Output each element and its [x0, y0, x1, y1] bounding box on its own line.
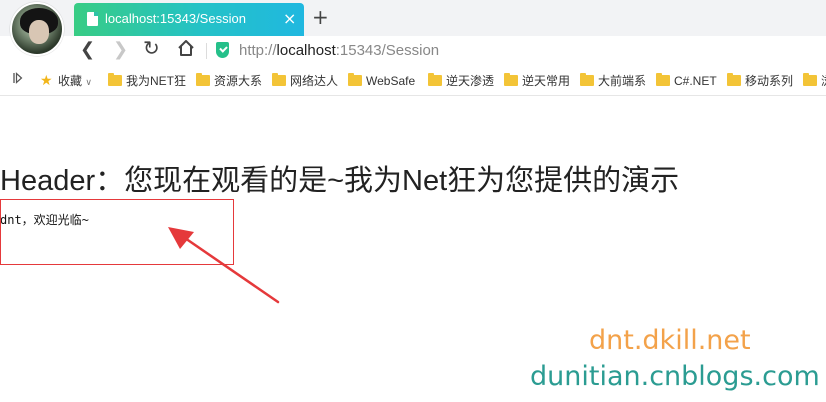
forward-icon[interactable]: ❯: [113, 39, 128, 61]
star-icon: ★: [40, 72, 53, 88]
folder-icon: [428, 73, 442, 86]
toolbar: ❮ ❯ ↻ http://localhost:15343/Session: [0, 36, 826, 66]
close-tab-icon[interactable]: ×: [283, 9, 296, 29]
folder-icon: [108, 73, 122, 86]
bookmark-label: 逆天常用: [522, 74, 571, 88]
folder-icon: [504, 73, 518, 86]
tab-title: localhost:15343/Session: [105, 11, 246, 26]
bookmark-favorites[interactable]: ★ 收藏 ∨: [40, 72, 92, 89]
avatar-face: [29, 20, 49, 44]
home-icon-svg: [178, 40, 194, 56]
annotation-arrow-icon: [168, 227, 280, 304]
chevron-down-icon: ∨: [85, 77, 92, 87]
bookmark-label: 移动系列: [745, 74, 794, 88]
url-scheme: http://: [239, 42, 277, 59]
bookmark-label: 大前端系: [598, 74, 647, 88]
sidebar-toggle-svg: [13, 72, 23, 84]
new-tab-button[interactable]: +: [312, 6, 329, 28]
bookmark-item[interactable]: 移动系列: [727, 73, 793, 89]
url-path: :15343/Session: [335, 42, 440, 59]
address-bar[interactable]: http://localhost:15343/Session: [239, 42, 439, 59]
reload-icon[interactable]: ↻: [143, 37, 160, 59]
sidebar-toggle-icon[interactable]: [13, 72, 23, 88]
bookmark-item[interactable]: 浏: [803, 73, 826, 89]
bookmark-item[interactable]: WebSafe: [348, 73, 415, 89]
watermark-blog: dunitian.cnblogs.com: [530, 361, 820, 392]
bookmark-label: 我为NET狂: [126, 74, 187, 88]
back-icon[interactable]: ❮: [80, 39, 95, 61]
bookmark-item[interactable]: 逆天渗透: [428, 73, 494, 89]
bookmark-label: 网络达人: [290, 74, 339, 88]
bookmark-item[interactable]: 资源大系: [196, 73, 262, 89]
folder-icon: [656, 73, 670, 86]
folder-icon: [803, 73, 817, 86]
bookmark-item[interactable]: 逆天常用: [504, 73, 570, 89]
bookmarks-bar: ★ 收藏 ∨ 我为NET狂 资源大系 网络达人 WebSafe 逆天渗透 逆天常用…: [0, 66, 826, 96]
folder-icon: [727, 73, 741, 86]
bookmark-label: WebSafe: [366, 74, 416, 88]
url-host: localhost: [276, 42, 336, 59]
watermark-site: dnt.dkill.net: [589, 325, 751, 356]
user-avatar[interactable]: [10, 2, 64, 56]
bookmark-label: 逆天渗透: [446, 74, 495, 88]
toolbar-divider: [206, 43, 207, 59]
tab-session[interactable]: localhost:15343/Session ×: [74, 3, 304, 36]
folder-icon: [348, 73, 362, 86]
folder-icon: [580, 73, 594, 86]
bookmark-item[interactable]: 我为NET狂: [108, 73, 186, 89]
folder-icon: [196, 73, 210, 86]
bookmark-item[interactable]: 网络达人: [272, 73, 338, 89]
bookmark-label: 资源大系: [214, 74, 263, 88]
bookmark-item[interactable]: 大前端系: [580, 73, 646, 89]
folder-icon: [272, 73, 286, 86]
page-heading: Header：您现在观看的是~我为Net狂为您提供的演示: [0, 165, 680, 197]
tab-strip: localhost:15343/Session × +: [0, 0, 826, 56]
bookmark-label: C#.NET: [674, 74, 717, 88]
bookmark-label: 浏: [821, 74, 826, 88]
home-icon[interactable]: [177, 39, 195, 63]
page-icon: [87, 12, 98, 26]
secure-shield-icon[interactable]: [216, 42, 229, 58]
bookmark-favorites-label: 收藏: [58, 74, 83, 88]
bookmark-item[interactable]: C#.NET: [656, 73, 717, 89]
